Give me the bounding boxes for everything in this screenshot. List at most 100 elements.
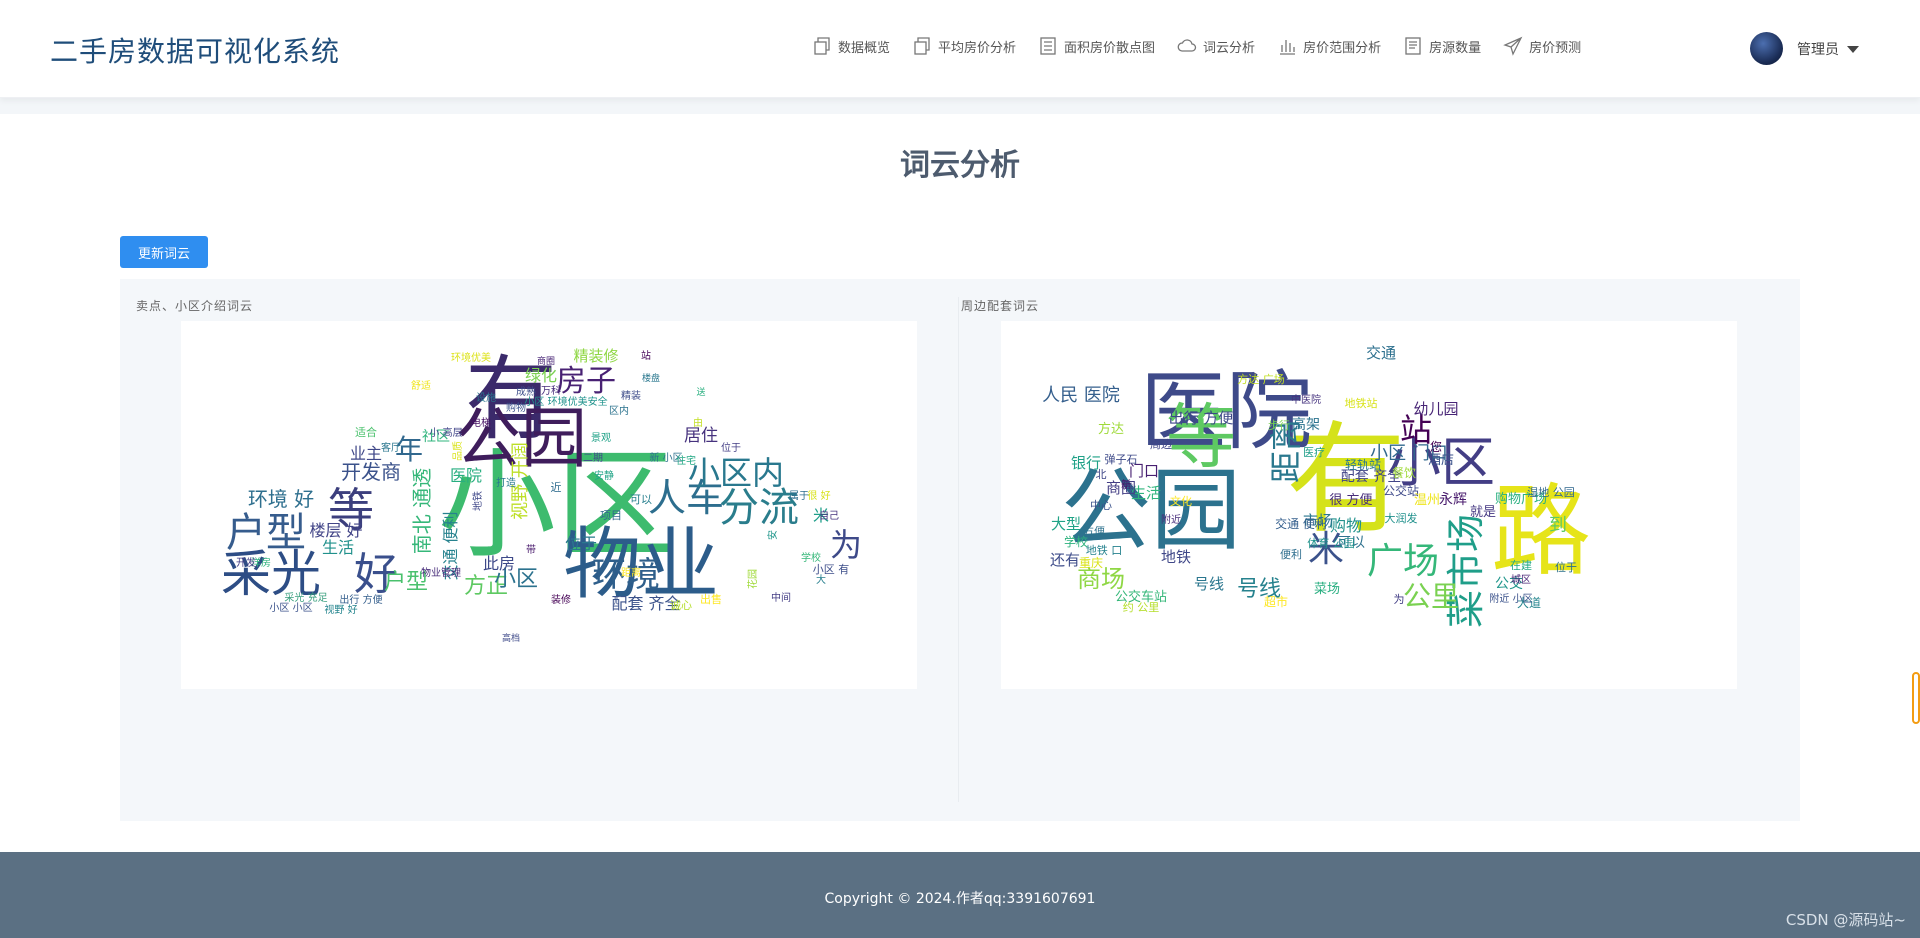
wordcloud-word: 幼儿园 [1413,400,1458,418]
selling-points-wordcloud: 小区有公园 物业 采光好户型等人车 分流 环境 小区内 房子年为开发商 环境 好方正 户型 精装修… [181,321,917,689]
wordcloud-word: 适合 [355,425,377,439]
wordcloud-word: 号线 [1194,575,1224,593]
wordcloud-word: 电梯 [471,416,491,429]
avatar[interactable] [1750,32,1783,65]
nav-item-price-range[interactable]: 房价范围分析 [1277,36,1381,56]
wordcloud-word: 花园 [746,569,759,589]
nav-item-label: 词云分析 [1203,40,1256,56]
wordcloud-panel: 卖点、小区介绍词云 小区有公园 物业 采光好户型等人车 分流 环境 小区内 房子年为开发商环… [120,279,1800,821]
wordcloud-word: 小 高层 [429,426,462,439]
copy-icon [914,37,930,55]
main-nav: 数据概览 平均房价分析 面积房价散点图 词云分析 房价范围分析 房源数量 房价预… [812,36,1603,56]
wordcloud-word: 周边 [1150,438,1172,451]
card-label: 周边配套词云 [961,299,1040,313]
nav-item-overview[interactable]: 数据概览 [812,36,890,56]
wordcloud-word: 视野 好 [324,603,357,616]
wordcloud-word: 设施 [476,391,496,404]
brand-title[interactable]: 二手房数据可视化系统 [50,30,340,70]
wordcloud-word: 打造 [496,476,516,489]
nav-item-label: 平均房价分析 [938,40,1017,56]
wordcloud-word: 物业管理 [421,566,461,579]
wordcloud-word: 距离 [621,566,641,579]
nav-item-prediction[interactable]: 房价预测 [1503,36,1581,56]
main-content: 词云分析 更新词云 卖点、小区介绍词云 小区有公园 物业 采光好户型等人车 分流 环境小… [0,114,1920,852]
wordcloud-word: 购物 [1330,516,1362,535]
wordcloud-word: 住宅 [676,454,696,467]
update-wordcloud-button[interactable]: 更新词云 [120,236,208,268]
wordcloud-word: 便利 [1280,548,1302,561]
wordcloud-word: 出行 方便 [1169,409,1234,427]
wordcloud-word: 楼盘 [642,372,660,384]
copy-icon [814,37,830,55]
wordcloud-word: 生活 [322,538,354,557]
wordcloud-word: 近 [551,481,562,494]
wordcloud-word: 为 [830,526,862,564]
wordcloud-word: 成熟 [516,385,536,398]
surroundings-card: 周边配套词云 有路医院 公园等小区 距离 菜市场 广场 公里米号线站商场 人民 医院 小区 门… [958,297,1783,802]
wordcloud-word: 地铁 口 [1086,544,1123,557]
wordcloud-word: 大润发 [1385,511,1418,525]
wordcloud-word: 医疗 [1303,445,1325,459]
wordcloud-word: 景观 [591,432,611,444]
wordcloud-word: 附近 [1161,513,1181,526]
wordcloud-word: 还有 [1050,551,1080,569]
wordcloud-word: 精装 [621,389,641,402]
wordcloud-word: 商圈 [537,355,555,367]
wordcloud-word: 绿化 [525,366,557,385]
cloud-icon [1177,39,1197,52]
user-name[interactable]: 管理员 [1797,39,1839,59]
wordcloud-word: 方达 广场 [1237,372,1285,386]
wordcloud-word: 人民 医院 [1042,385,1120,406]
surroundings-wordcloud: 有路医院 公园等小区 距离 菜市场 广场 公里米号线站商场 人民 医院 小区 门口 幼儿园 出行 … [1001,321,1737,689]
wordcloud-word: 地铁站 [1345,396,1378,410]
wordcloud-word: 方便 [1083,524,1105,538]
wordcloud-word: 附近 小区 [1489,592,1532,605]
wordcloud-word: 开发 [236,556,256,569]
user-menu[interactable]: 管理员 [1750,32,1859,65]
wordcloud-word: 弹子石 [1105,452,1138,466]
wordcloud-word: 就是 [1470,505,1496,520]
wordcloud-word: 公里 [1403,580,1459,613]
wordcloud-word: 可以 [630,493,652,506]
bar-chart-icon [1280,40,1296,55]
nav-item-listing-count[interactable]: 房源数量 [1403,36,1481,56]
wordcloud-word: 到 [1549,515,1567,536]
wordcloud-canvas: 有路医院公园等 小区距离菜市场广场公里米号线站商场人民 医院小区 门口幼儿园出行 … [1042,344,1591,628]
send-icon [1503,36,1523,56]
wordcloud-word: 客厅 [381,441,401,454]
document-icon [1405,37,1421,55]
wordcloud-word: 学校 [801,551,821,564]
wordcloud-word: 环境 好 [248,487,314,511]
wordcloud-word: 站 [641,349,651,362]
wordcloud-word: 由 [693,416,703,429]
wordcloud-word: 在建 [1510,558,1532,572]
nav-item-scatter[interactable]: 面积房价散点图 [1038,36,1155,56]
wordcloud-word: 小区 有 [813,562,850,576]
wordcloud-word: 轻轨站 [1345,458,1381,472]
wordcloud-word: 位于 [1555,560,1577,574]
top-navbar: 二手房数据可视化系统 数据概览 平均房价分析 面积房价散点图 词云分析 房价范围… [0,0,1920,98]
wordcloud-word: 体育 公园 [1307,536,1355,550]
wordcloud-word: 带 [526,544,536,556]
scrollbar-handle[interactable] [1912,672,1920,724]
wordcloud-word: 出售 [700,592,722,606]
wordcloud-word: 房子 [556,364,616,399]
wordcloud-word: 小区 小区 [269,602,312,614]
chevron-down-icon[interactable] [1847,46,1859,53]
wordcloud-word: 中医院 [1291,393,1321,406]
nav-item-wordcloud[interactable]: 词云分析 [1177,36,1255,56]
wordcloud-word: 您 [1430,439,1442,454]
wordcloud-word: 户型 [226,510,306,556]
nav-item-label: 房价范围分析 [1303,40,1382,56]
wordcloud-word: 装修 [551,593,571,606]
wordcloud-word: 南北 通透 [410,468,434,554]
nav-item-label: 房价预测 [1529,40,1582,56]
wordcloud-word: 小区 环境优美安全 [524,395,607,408]
wordcloud-word: 温州 [1414,493,1440,508]
wordcloud-word: 送 [696,386,705,398]
nav-item-label: 面积房价散点图 [1064,40,1156,56]
wordcloud-word: 项目 [600,509,622,522]
wordcloud-word: 诚心 [670,599,692,612]
wordcloud-word: 位于 [565,534,597,553]
nav-item-avg-price[interactable]: 平均房价分析 [912,36,1016,56]
